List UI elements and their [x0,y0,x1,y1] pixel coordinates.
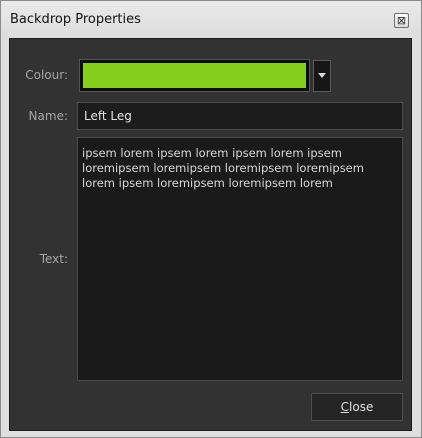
close-button[interactable]: Close [311,393,403,421]
close-window-icon[interactable]: ⊠ [394,13,409,28]
text-label: Text: [39,252,68,266]
name-field[interactable]: Left Leg [77,102,403,130]
properties-panel: Colour: Name: Left Leg Text: ipsem lorem… [9,38,412,431]
chevron-down-icon [318,73,326,78]
window-title: Backdrop Properties [10,12,141,27]
close-button-mnemonic: C [340,400,350,414]
backdrop-properties-dialog: Backdrop Properties ⊠ Colour: Name: Left… [0,0,422,438]
colour-swatch[interactable] [83,63,306,88]
colour-picker[interactable] [79,59,310,92]
colour-dropdown-button[interactable] [313,60,331,92]
title-bar[interactable]: Backdrop Properties ⊠ [1,1,421,37]
colour-label: Colour: [25,68,68,82]
close-button-label: lose [349,400,374,414]
name-label: Name: [28,109,68,123]
text-area[interactable]: ipsem lorem ipsem lorem ipsem lorem ipse… [77,137,403,381]
